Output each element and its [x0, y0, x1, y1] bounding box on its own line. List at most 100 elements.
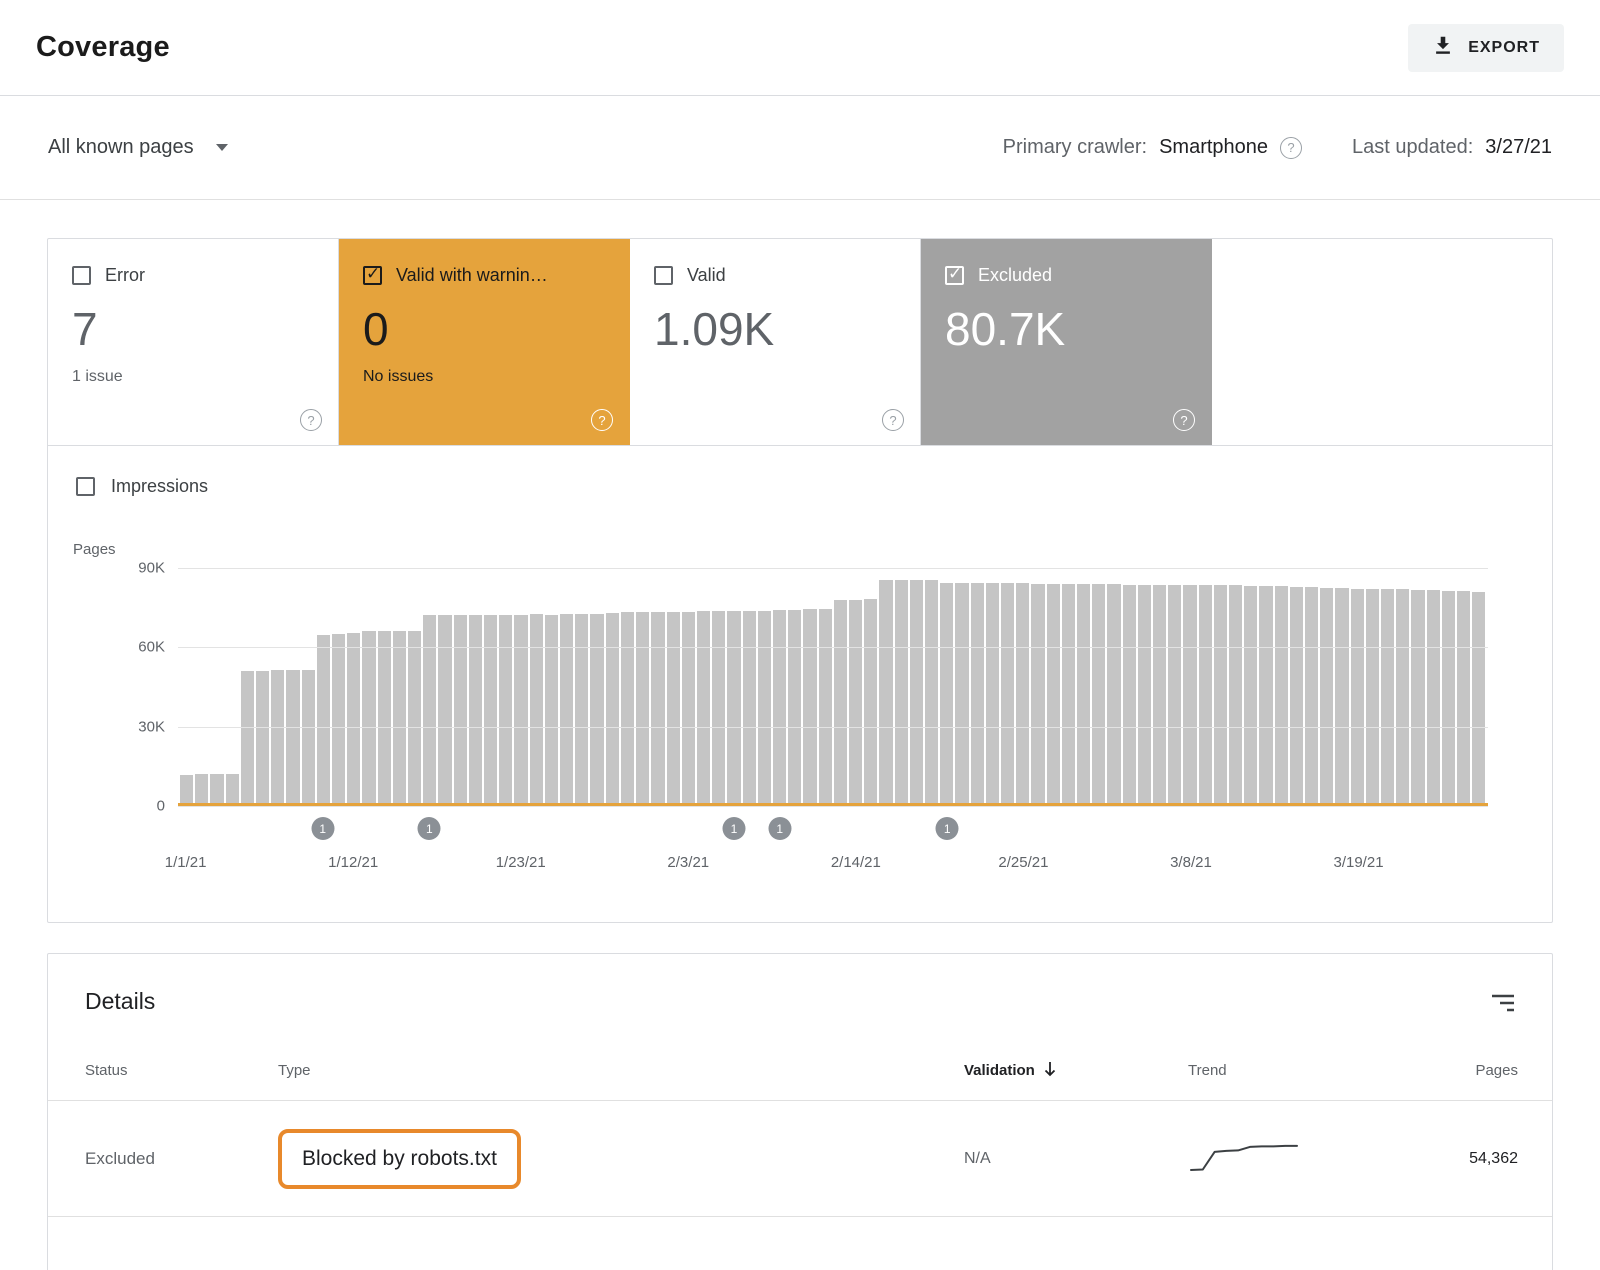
details-row[interactable]: Excluded Blocked by robots.txt N/A 54,36… — [48, 1101, 1552, 1217]
chart-bar[interactable] — [864, 599, 877, 806]
chart-bar[interactable] — [727, 611, 740, 806]
chart-bar[interactable] — [408, 631, 421, 806]
chart-annotation-marker[interactable]: 1 — [418, 817, 441, 840]
chart-annotation-marker[interactable]: 1 — [722, 817, 745, 840]
status-card-valid[interactable]: Valid 1.09K ? — [630, 239, 921, 445]
chart-bar[interactable] — [1290, 587, 1303, 806]
chart-bar[interactable] — [271, 670, 284, 806]
chart-bar[interactable] — [1472, 592, 1485, 806]
chart-bar[interactable] — [925, 580, 938, 806]
chart-bar[interactable] — [575, 614, 588, 806]
chart-bar[interactable] — [1092, 584, 1105, 806]
chart-bar[interactable] — [1259, 586, 1272, 806]
chart-annotation-marker[interactable]: 1 — [936, 817, 959, 840]
chart-bar[interactable] — [1077, 584, 1090, 806]
chart-bar[interactable] — [895, 580, 908, 806]
chart-bar[interactable] — [773, 610, 786, 806]
chart-bar[interactable] — [1366, 589, 1379, 806]
chart-bar[interactable] — [849, 600, 862, 806]
help-icon[interactable]: ? — [1173, 409, 1195, 431]
chart-bar[interactable] — [317, 635, 330, 806]
chart-bar[interactable] — [940, 583, 953, 806]
chart-bar[interactable] — [180, 775, 193, 806]
chart-bar[interactable] — [971, 583, 984, 806]
chart-bar[interactable] — [302, 670, 315, 806]
chart-bar[interactable] — [803, 609, 816, 806]
chart-bar[interactable] — [1062, 584, 1075, 806]
chart-bar[interactable] — [530, 614, 543, 806]
chart-bar[interactable] — [484, 615, 497, 806]
chart-bar[interactable] — [1047, 584, 1060, 806]
chart-bar[interactable] — [1442, 591, 1455, 806]
chart-bar[interactable] — [241, 671, 254, 806]
chart-bar[interactable] — [1411, 590, 1424, 806]
chart-bar[interactable] — [469, 615, 482, 806]
chart-bar[interactable] — [819, 609, 832, 806]
chart-bar[interactable] — [1016, 583, 1029, 806]
help-icon[interactable]: ? — [882, 409, 904, 431]
chart-bar[interactable] — [1214, 585, 1227, 806]
chart-bar[interactable] — [1427, 590, 1440, 806]
chart-bar[interactable] — [1320, 588, 1333, 806]
chart-bar[interactable] — [1305, 587, 1318, 806]
chart-bar[interactable] — [393, 631, 406, 806]
chart-bar[interactable] — [1199, 585, 1212, 806]
help-icon[interactable]: ? — [1280, 137, 1302, 159]
chart-bar[interactable] — [1457, 591, 1470, 806]
chart-bar[interactable] — [1381, 589, 1394, 806]
chart-bar[interactable] — [590, 614, 603, 806]
help-icon[interactable]: ? — [300, 409, 322, 431]
chart-bar[interactable] — [1153, 585, 1166, 806]
chart-bar[interactable] — [1244, 586, 1257, 806]
chart-bar[interactable] — [560, 614, 573, 806]
chart-bar[interactable] — [1107, 584, 1120, 806]
chart-bar[interactable] — [743, 611, 756, 806]
chart-bar[interactable] — [986, 583, 999, 806]
chart-bar[interactable] — [651, 612, 664, 806]
chart-bar[interactable] — [788, 610, 801, 806]
chart-bar[interactable] — [667, 612, 680, 806]
chart-bar[interactable] — [332, 634, 345, 806]
chart-bar[interactable] — [210, 774, 223, 806]
chart-bar[interactable] — [834, 600, 847, 806]
row-type-highlighted[interactable]: Blocked by robots.txt — [278, 1129, 521, 1189]
chart-annotation-marker[interactable]: 1 — [768, 817, 791, 840]
error-checkbox[interactable] — [72, 266, 91, 285]
chart-bar[interactable] — [1396, 589, 1409, 806]
chart-bar[interactable] — [378, 631, 391, 806]
chart-bar[interactable] — [697, 611, 710, 806]
chart-bar[interactable] — [712, 611, 725, 806]
chart-bar[interactable] — [226, 774, 239, 806]
chart-bar[interactable] — [454, 615, 467, 806]
chart-bar[interactable] — [955, 583, 968, 806]
chart-bar[interactable] — [195, 774, 208, 806]
chart-bar[interactable] — [1183, 585, 1196, 806]
valid-checkbox[interactable] — [654, 266, 673, 285]
chart-bar[interactable] — [1001, 583, 1014, 806]
chart-annotation-marker[interactable]: 1 — [311, 817, 334, 840]
chart-bar[interactable] — [514, 615, 527, 806]
status-card-valid-with-warnings[interactable]: Valid with warnin… 0 No issues ? — [339, 239, 630, 445]
help-icon[interactable]: ? — [591, 409, 613, 431]
status-card-error[interactable]: Error 7 1 issue ? — [48, 239, 339, 445]
chart-bar[interactable] — [1123, 585, 1136, 806]
chart-bar[interactable] — [256, 671, 269, 806]
chart-bar[interactable] — [1229, 585, 1242, 806]
chart-bar[interactable] — [347, 633, 360, 806]
chart-bar[interactable] — [621, 612, 634, 806]
chart-bar[interactable] — [879, 580, 892, 806]
chart-bar[interactable] — [1335, 588, 1348, 806]
export-button[interactable]: EXPORT — [1408, 24, 1564, 72]
chart-bar[interactable] — [606, 613, 619, 806]
chart-bar[interactable] — [1138, 585, 1151, 806]
chart-bar[interactable] — [438, 615, 451, 806]
chart-bar[interactable] — [1168, 585, 1181, 806]
filter-icon[interactable] — [1491, 988, 1515, 1017]
chart-bar[interactable] — [1351, 589, 1364, 806]
chart-bar[interactable] — [636, 612, 649, 806]
chart-bar[interactable] — [758, 611, 771, 806]
chart-bar[interactable] — [499, 615, 512, 806]
chart-bar[interactable] — [1031, 584, 1044, 806]
impressions-toggle[interactable]: Impressions — [76, 476, 1552, 497]
valid-with-warnings-checkbox[interactable] — [363, 266, 382, 285]
